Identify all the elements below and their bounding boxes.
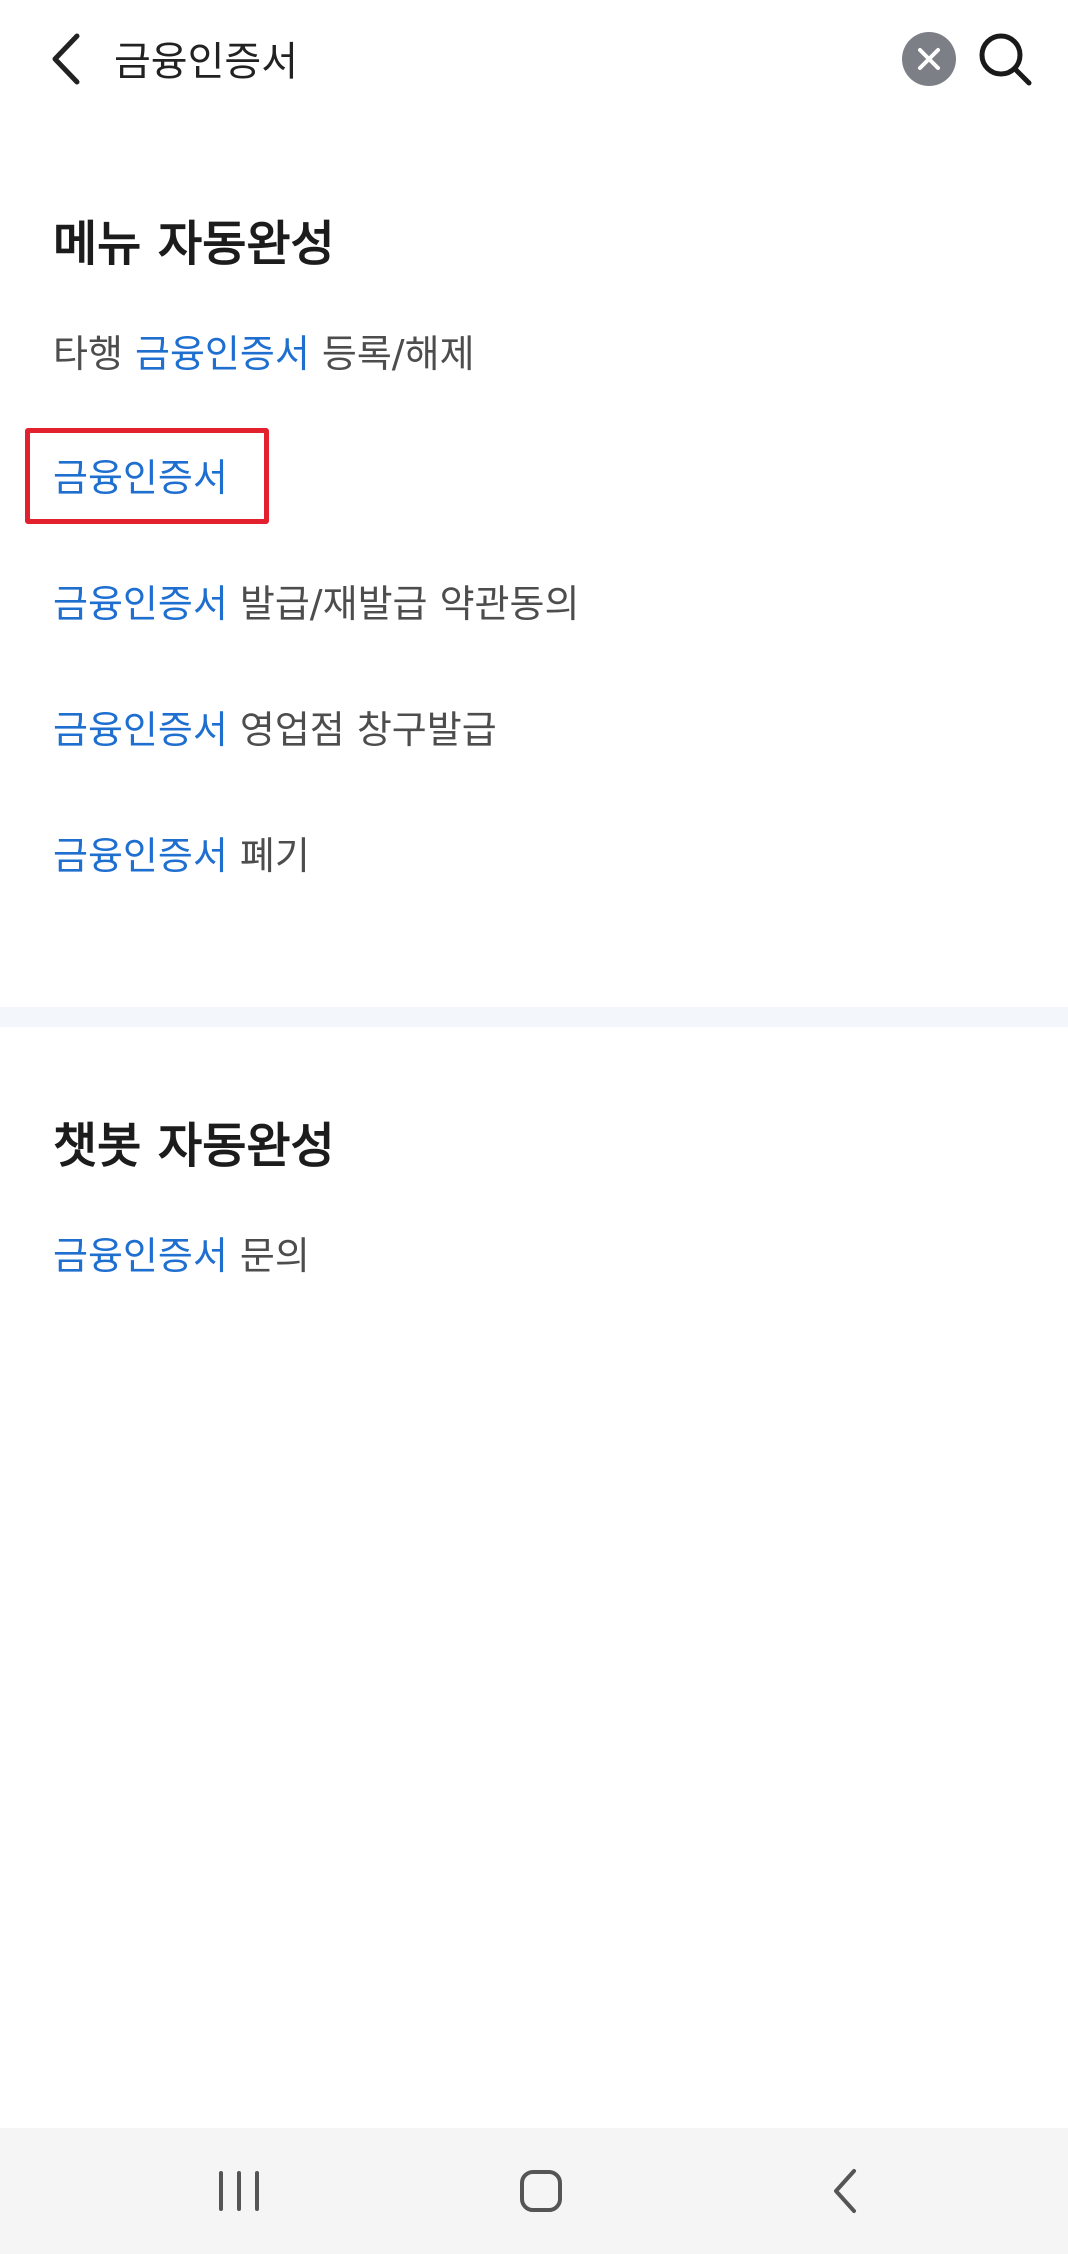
suggestion-suffix: 등록/해제 — [309, 332, 475, 376]
section-divider — [0, 1007, 1068, 1027]
recent-apps-icon — [219, 2171, 259, 2211]
search-header — [0, 0, 1068, 118]
close-icon — [918, 48, 940, 70]
clear-search-button[interactable] — [902, 32, 956, 86]
home-icon — [520, 2170, 562, 2212]
system-navigation-bar — [0, 2128, 1068, 2254]
back-icon — [834, 2169, 856, 2213]
recent-apps-button[interactable] — [189, 2156, 289, 2226]
chevron-left-icon — [52, 33, 80, 85]
menu-suggestion-item[interactable]: 금융인증서 영업점 창구발급 — [53, 704, 497, 756]
system-back-button[interactable] — [795, 2156, 895, 2226]
home-button[interactable] — [491, 2156, 591, 2226]
search-icon — [979, 33, 1032, 86]
menu-suggestion-item[interactable]: 타행 금융인증서 등록/해제 — [53, 328, 475, 380]
menu-suggestion-item[interactable]: 금융인증서 폐기 — [53, 830, 310, 882]
suggestion-match: 금융인증서 — [135, 332, 310, 376]
chatbot-autocomplete-title: 챗봇 자동완성 — [53, 1118, 335, 1174]
suggestion-suffix: 문의 — [227, 1234, 310, 1278]
menu-suggestion-item[interactable]: 금융인증서 발급/재발급 약관동의 — [53, 578, 579, 630]
search-button[interactable] — [974, 28, 1036, 90]
suggestion-prefix: 타행 — [53, 332, 135, 376]
suggestion-match: 금융인증서 — [53, 582, 228, 626]
suggestion-match: 금융인증서 — [53, 1234, 228, 1278]
suggestion-match: 금융인증서 — [53, 834, 228, 878]
chatbot-suggestion-item[interactable]: 금융인증서 문의 — [53, 1230, 310, 1282]
suggestion-suffix: 폐기 — [227, 834, 310, 878]
suggestion-match: 금융인증서 — [53, 456, 228, 500]
back-button[interactable] — [40, 24, 92, 94]
search-input[interactable] — [114, 22, 874, 94]
menu-autocomplete-title: 메뉴 자동완성 — [53, 216, 335, 272]
suggestion-match: 금융인증서 — [53, 708, 228, 752]
menu-suggestion-item[interactable]: 금융인증서 — [53, 452, 228, 504]
suggestion-suffix: 영업점 창구발급 — [227, 708, 497, 752]
suggestion-suffix: 발급/재발급 약관동의 — [227, 582, 580, 626]
